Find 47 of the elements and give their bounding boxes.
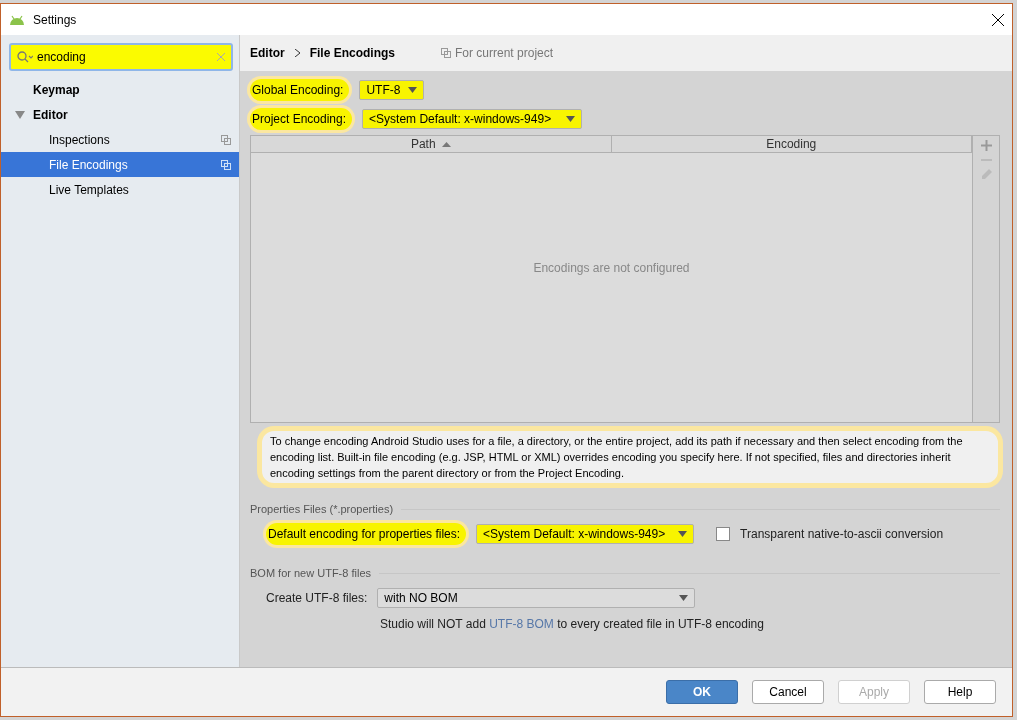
copy-icon [441,48,451,58]
bom-note: Studio will NOT add UTF-8 BOM to every created file in UTF-8 encoding [379,617,765,631]
sidebar-item[interactable]: File Encodings [1,152,239,177]
caret-icon [679,595,689,601]
add-icon[interactable] [980,140,992,151]
sidebar-item[interactable]: Inspections [1,127,239,152]
column-header[interactable]: Path [251,136,612,152]
field-label: Global Encoding: [250,78,350,101]
checkbox[interactable] [716,527,731,541]
info-text: To change encoding Android Studio uses for a file, a directory, or the entire project, add its path if necessary and then select encoding from the encoding list. Built-in file encoding (e.g. JSP, HTML or XML) overrides encoding you specify here. If not specified, files and directories inherit encoding settings from the parent directory or from the Project Encoding. [260,429,1000,485]
copy-icon [221,159,231,170]
encoding-dropdown[interactable]: <System Default: x-windows-949> [476,524,695,544]
field-label: Default encoding for properties files: [266,523,467,545]
breadcrumb-item: File Encodings [309,46,395,60]
encoding-dropdown[interactable]: UTF-8 [359,79,425,100]
android-icon [9,14,25,25]
empty-message: Encodings are not configured [533,260,690,275]
window-title: Settings [33,12,78,27]
section-title: BOM for new UTF-8 files [250,567,372,579]
section-title: Properties Files (*.properties) [250,503,394,515]
clear-icon[interactable] [217,53,225,61]
caret-icon [408,86,418,93]
caret-icon [566,115,576,122]
dialog-button[interactable]: Cancel [752,680,824,704]
field-label: Create UTF-8 files: [266,591,368,605]
expand-triangle-icon[interactable] [15,110,25,119]
checkbox-label[interactable]: Transparent native-to-ascii conversion [740,527,944,541]
encoding-dropdown[interactable]: <System Default: x-windows-949> [362,108,583,129]
scope-note: For current project [455,46,554,60]
column-header[interactable]: Encoding [611,136,972,152]
sidebar-item[interactable]: Live Templates [1,177,239,202]
dialog-button[interactable]: OK [666,680,738,704]
search-input[interactable]: encoding [37,50,213,64]
sidebar-item[interactable]: Keymap [1,77,239,102]
caret-icon [678,531,688,537]
dialog-button[interactable]: Help [924,680,996,704]
pencil-icon[interactable] [980,169,992,181]
close-icon[interactable] [992,13,1004,26]
search-icon [17,51,33,63]
search-field[interactable]: encoding [9,43,233,71]
bom-dropdown[interactable]: with NO BOM [377,588,696,608]
chevron-icon [294,49,300,57]
copy-icon [221,134,231,145]
sort-up-icon [441,141,451,147]
field-label: Project Encoding: [250,107,353,130]
sidebar-item[interactable]: Editor [1,102,239,127]
breadcrumb-item: Editor [250,46,285,60]
